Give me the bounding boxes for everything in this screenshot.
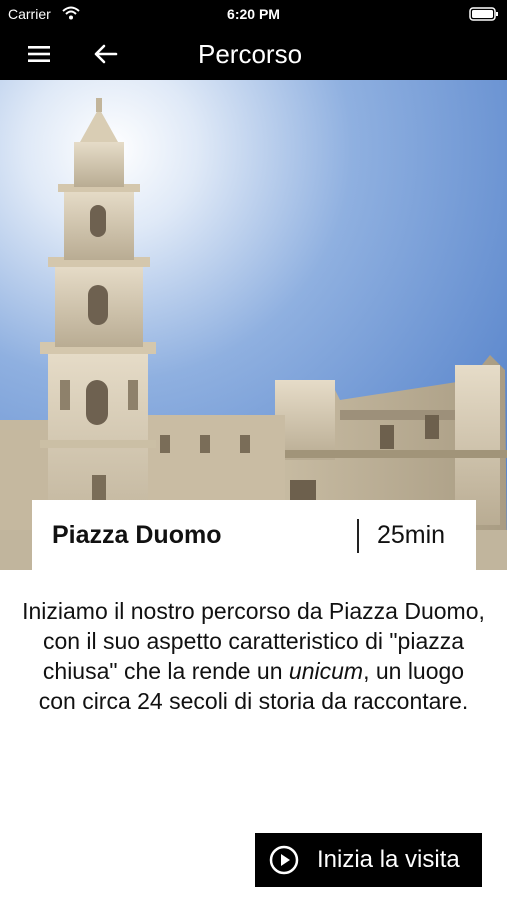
card-divider bbox=[357, 519, 359, 553]
menu-icon[interactable] bbox=[26, 40, 54, 68]
description-italic: unicum bbox=[288, 658, 364, 684]
battery-icon bbox=[469, 7, 499, 24]
top-navbar: Percorso bbox=[0, 28, 507, 80]
start-visit-label: Inizia la visita bbox=[317, 846, 460, 873]
place-name: Piazza Duomo bbox=[52, 521, 222, 549]
hero-photo bbox=[0, 80, 507, 570]
status-bar: Carrier 6:20 PM bbox=[0, 0, 507, 28]
play-circle-icon bbox=[269, 845, 299, 875]
visit-duration: 25min bbox=[377, 521, 446, 549]
place-card: Piazza Duomo 25min bbox=[32, 500, 476, 570]
start-visit-button[interactable]: Inizia la visita bbox=[255, 833, 482, 887]
page-title: Percorso bbox=[198, 39, 303, 69]
status-time: 6:20 PM bbox=[227, 6, 280, 22]
route-description: Iniziamo il nostro percorso da Piazza Du… bbox=[22, 596, 485, 716]
back-arrow-icon[interactable] bbox=[92, 40, 120, 68]
